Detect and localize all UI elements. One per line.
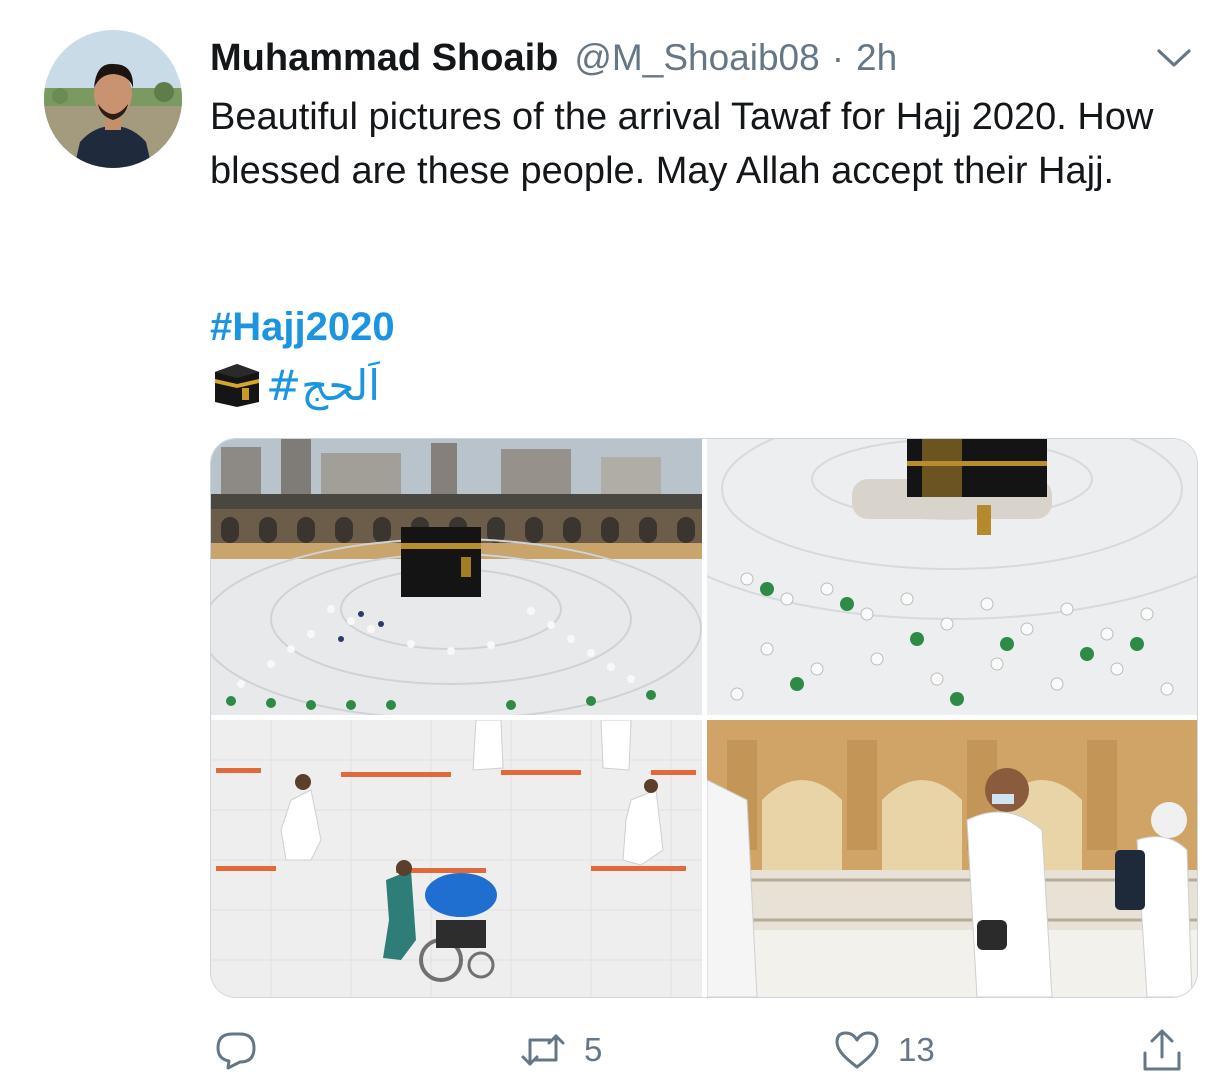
- tweet-header: Muhammad Shoaib @M_Shoaib08 · 2h: [210, 30, 897, 86]
- reply-button[interactable]: [214, 1026, 276, 1074]
- tweet-actions: 5 13: [210, 1020, 1196, 1080]
- tweet-menu-button[interactable]: [1152, 38, 1196, 78]
- like-button[interactable]: 13: [834, 1026, 935, 1074]
- retweet-button[interactable]: 5: [520, 1026, 602, 1074]
- photo-pilgrims-arches[interactable]: [707, 720, 1197, 997]
- tweet-timestamp[interactable]: 2h: [856, 37, 897, 79]
- kaaba-emoji: [215, 364, 259, 407]
- avatar[interactable]: [44, 30, 182, 168]
- chevron-down-icon: [1157, 49, 1191, 67]
- author-display-name[interactable]: Muhammad Shoaib: [210, 37, 558, 80]
- retweet-icon: [521, 1034, 565, 1066]
- media-grid: [210, 438, 1198, 998]
- author-handle[interactable]: @M_Shoaib08: [574, 37, 819, 79]
- photo-kaaba-wide[interactable]: [211, 439, 702, 715]
- share-icon: [1143, 1029, 1181, 1071]
- share-button[interactable]: [1140, 1026, 1184, 1074]
- heart-icon: [835, 1031, 879, 1069]
- hashtag-link[interactable]: #Hajj2020: [210, 305, 395, 350]
- tweet[interactable]: Muhammad Shoaib @M_Shoaib08 · 2h Beautif…: [0, 0, 1225, 1073]
- urdu-hashtag-link[interactable]: #اَلحج: [266, 361, 380, 410]
- photo-wheelchair[interactable]: [211, 720, 702, 997]
- photo-tawaf-crowd[interactable]: [707, 439, 1197, 715]
- like-count: 13: [898, 1031, 935, 1068]
- reply-icon: [216, 1032, 256, 1070]
- retweet-count: 5: [584, 1031, 603, 1068]
- urdu-hashtag-line: #اَلحج: [212, 360, 380, 410]
- tweet-text: Beautiful pictures of the arrival Tawaf …: [210, 96, 1154, 192]
- separator-dot: ·: [831, 37, 845, 78]
